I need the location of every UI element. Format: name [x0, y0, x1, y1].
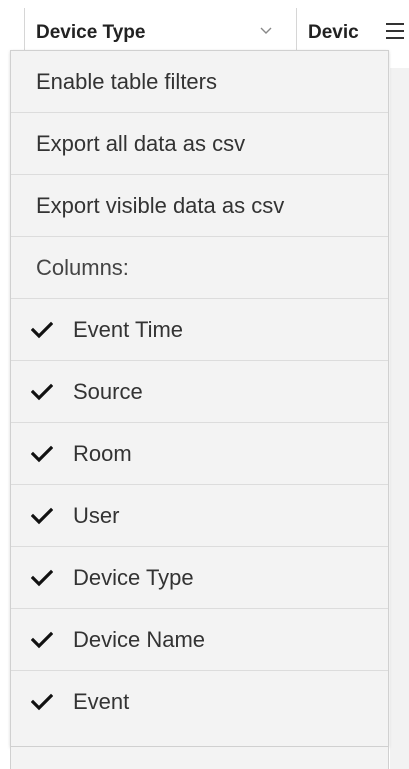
- menu-item-column-device-type[interactable]: Device Type: [11, 547, 388, 609]
- menu-item-column-device-name[interactable]: Device Name: [11, 609, 388, 671]
- menu-item-enable-filters[interactable]: Enable table filters: [11, 51, 388, 113]
- column-toggle-label: Device Type: [73, 564, 194, 590]
- checkmark-icon: [31, 631, 53, 648]
- column-header-device-type[interactable]: Device Type: [36, 22, 145, 44]
- column-toggle-label: Event: [73, 689, 130, 714]
- menu-item-column-event[interactable]: Event: [11, 671, 388, 733]
- grid-view: Device Type Devic Enable table filters E…: [0, 0, 409, 769]
- menu-item-label: Export all data as csv: [36, 130, 246, 156]
- menu-item-column-source[interactable]: Source: [11, 361, 388, 423]
- menu-item-export-all-csv[interactable]: Export all data as csv: [11, 113, 388, 175]
- column-toggle-label: Source: [73, 378, 143, 404]
- menu-item-column-event-time[interactable]: Event Time: [11, 299, 388, 361]
- menu-item-label: Export visible data as csv: [36, 192, 285, 218]
- column-toggle-label: Device Name: [73, 626, 206, 652]
- grid-scrollbar[interactable]: [390, 50, 409, 769]
- checkmark-icon: [31, 507, 53, 524]
- checkmark-icon: [31, 569, 53, 586]
- checkmark-icon: [31, 445, 53, 462]
- chevron-down-icon[interactable]: [258, 22, 274, 38]
- menu-item-label: Enable table filters: [36, 68, 217, 94]
- column-toggle-label: Room: [73, 440, 132, 466]
- menu-item-export-visible-csv[interactable]: Export visible data as csv: [11, 175, 388, 237]
- menu-item-column-user[interactable]: User: [11, 485, 388, 547]
- columns-label: Columns:: [36, 254, 129, 280]
- hamburger-menu-icon[interactable]: [384, 20, 406, 42]
- columns-section-label: Columns:: [11, 237, 388, 299]
- checkmark-icon: [31, 383, 53, 400]
- menu-item-column-room[interactable]: Room: [11, 423, 388, 485]
- column-header-device-name[interactable]: Devic: [308, 22, 384, 44]
- column-toggle-label: User: [73, 502, 120, 528]
- column-toggle-label: Event Time: [73, 316, 184, 342]
- checkmark-icon: [31, 693, 53, 711]
- column-menu-dropdown: Enable table filters Export all data as …: [10, 50, 389, 747]
- checkmark-icon: [31, 321, 53, 338]
- menu-footer: [10, 747, 389, 769]
